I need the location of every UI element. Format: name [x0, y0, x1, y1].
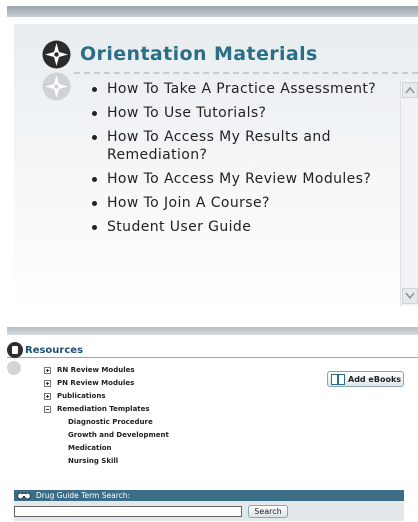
- orientation-list: How To Take A Practice Assessment? How T…: [92, 80, 392, 242]
- top-banner-bar: [7, 6, 418, 17]
- tree-subitem-label[interactable]: Diagnostic Procedure: [68, 417, 153, 428]
- drug-search-label: Drug Guide Term Search:: [36, 491, 131, 500]
- binoculars-icon: [17, 492, 31, 500]
- search-button[interactable]: Search: [248, 505, 288, 518]
- orientation-link[interactable]: Student User Guide: [107, 219, 251, 235]
- tree-subitem-label[interactable]: Medication: [68, 443, 112, 454]
- orientation-item[interactable]: How To Take A Practice Assessment?: [92, 80, 392, 98]
- tree-item-label[interactable]: Publications: [57, 391, 106, 402]
- add-ebooks-button[interactable]: Add eBooks: [327, 371, 404, 387]
- tree-item-rn-review-modules[interactable]: RN Review Modules: [44, 364, 169, 377]
- expand-plus-icon[interactable]: [44, 380, 51, 387]
- collapse-minus-icon[interactable]: [44, 406, 51, 413]
- tree-subitem[interactable]: Diagnostic Procedure: [44, 416, 169, 429]
- tree-item-publications[interactable]: Publications: [44, 390, 169, 403]
- tree-subitem[interactable]: Growth and Development: [44, 429, 169, 442]
- orientation-item[interactable]: How To Access My Results and Remediation…: [92, 128, 392, 164]
- resources-tree: RN Review Modules PN Review Modules Publ…: [44, 364, 169, 468]
- tree-subitem-label[interactable]: Nursing Skill: [68, 456, 118, 467]
- scrollbar[interactable]: [400, 80, 418, 306]
- scroll-up-button[interactable]: [402, 82, 418, 98]
- resources-icon: [7, 342, 23, 358]
- orientation-item[interactable]: How To Access My Review Modules?: [92, 170, 392, 188]
- tree-subitem-label[interactable]: Growth and Development: [68, 430, 169, 441]
- resources-secondary-icon: [7, 361, 21, 375]
- compass-icon: [42, 40, 71, 69]
- tree-item-label[interactable]: Remediation Templates: [57, 404, 150, 415]
- add-ebooks-label: Add eBooks: [348, 374, 402, 384]
- orientation-title: Orientation Materials: [80, 43, 318, 65]
- page: Orientation Materials How To Take A Prac…: [0, 0, 418, 522]
- orientation-item[interactable]: How To Use Tutorials?: [92, 104, 392, 122]
- title-divider: [74, 72, 418, 74]
- scroll-down-button[interactable]: [402, 288, 418, 304]
- expand-plus-icon[interactable]: [44, 367, 51, 374]
- tree-item-pn-review-modules[interactable]: PN Review Modules: [44, 377, 169, 390]
- orientation-link[interactable]: How To Take A Practice Assessment?: [107, 81, 376, 97]
- chevron-up-icon: [405, 86, 415, 94]
- tree-item-label[interactable]: RN Review Modules: [57, 365, 135, 376]
- open-book-icon: [331, 373, 345, 385]
- tree-subitem[interactable]: Medication: [44, 442, 169, 455]
- compass-secondary-icon: [42, 72, 71, 101]
- orientation-link[interactable]: How To Access My Results and Remediation…: [107, 129, 331, 163]
- tree-subitem[interactable]: Nursing Skill: [44, 455, 169, 468]
- orientation-item[interactable]: How To Join A Course?: [92, 194, 392, 212]
- orientation-link[interactable]: How To Join A Course?: [107, 195, 270, 211]
- chevron-down-icon: [405, 292, 415, 300]
- expand-plus-icon[interactable]: [44, 393, 51, 400]
- resources-top-bar: [7, 327, 418, 335]
- orientation-link[interactable]: How To Access My Review Modules?: [107, 171, 371, 187]
- tree-item-label[interactable]: PN Review Modules: [57, 378, 134, 389]
- orientation-link[interactable]: How To Use Tutorials?: [107, 105, 266, 121]
- resources-title: Resources: [25, 345, 84, 356]
- tree-item-remediation-templates[interactable]: Remediation Templates: [44, 403, 169, 416]
- drug-search-input[interactable]: [14, 506, 242, 517]
- orientation-item[interactable]: Student User Guide: [92, 218, 392, 236]
